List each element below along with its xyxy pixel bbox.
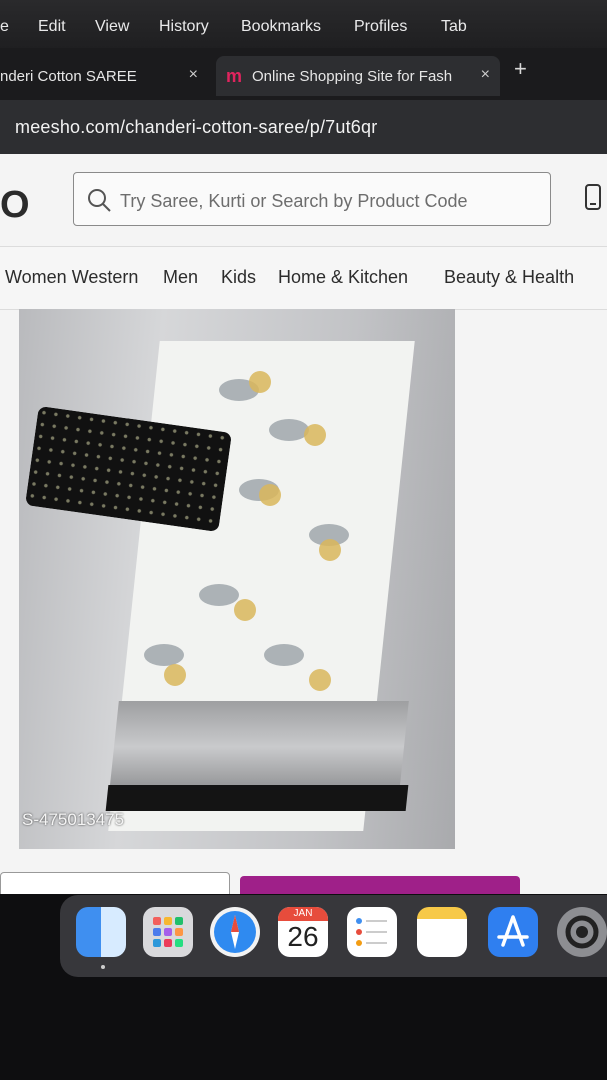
print-leaf [144, 644, 184, 666]
add-to-cart-button[interactable] [0, 872, 230, 894]
print-flower [319, 539, 341, 561]
category-nav: Women Western Men Kids Home & Kitchen Be… [0, 246, 607, 310]
menu-item-profiles[interactable]: Profiles [354, 18, 407, 36]
mobile-phone-icon[interactable] [585, 184, 601, 215]
tab-meesho[interactable]: m Online Shopping Site for Fash × [216, 56, 500, 96]
category-women-western[interactable]: Women Western [5, 267, 138, 288]
category-kids[interactable]: Kids [221, 267, 256, 288]
menu-item-view[interactable]: View [95, 18, 129, 36]
new-tab-button[interactable]: + [514, 56, 527, 82]
tab-label: Online Shopping Site for Fash [252, 67, 453, 85]
print-flower [259, 484, 281, 506]
web-page: O Try Saree, Kurti or Search by Product … [0, 154, 607, 894]
print-flower [234, 599, 256, 621]
calendar-icon[interactable]: JAN 26 [278, 907, 328, 957]
menu-item-file[interactable]: e [0, 18, 9, 36]
close-icon[interactable]: × [481, 66, 490, 84]
menu-bar: e Edit View History Bookmarks Profiles T… [0, 0, 607, 48]
menu-item-tab[interactable]: Tab [441, 18, 467, 36]
saree-border [109, 701, 409, 793]
print-flower [249, 371, 271, 393]
calendar-day: 26 [287, 921, 319, 952]
running-indicator [101, 965, 105, 969]
print-leaf [269, 419, 309, 441]
app-store-icon[interactable] [488, 907, 538, 957]
search-input[interactable]: Try Saree, Kurti or Search by Product Co… [73, 172, 551, 226]
launchpad-icon[interactable] [143, 907, 193, 957]
category-home-kitchen[interactable]: Home & Kitchen [278, 267, 408, 288]
calendar-month: JAN [278, 907, 328, 921]
print-flower [304, 424, 326, 446]
macos-dock: JAN 26 [60, 895, 607, 977]
close-icon[interactable]: × [189, 66, 198, 84]
search-icon [86, 187, 112, 218]
print-leaf [264, 644, 304, 666]
saree-edge [105, 785, 409, 811]
product-code-label: S-475013475 [22, 810, 125, 829]
menu-item-edit[interactable]: Edit [38, 18, 66, 36]
tab-label: nderi Cotton SAREE [0, 67, 137, 85]
site-logo[interactable]: O [0, 184, 30, 227]
buy-now-button[interactable] [240, 876, 520, 894]
menu-item-history[interactable]: History [159, 18, 209, 36]
search-placeholder: Try Saree, Kurti or Search by Product Co… [120, 191, 468, 211]
product-image[interactable] [19, 309, 455, 849]
finder-icon[interactable] [76, 907, 126, 957]
meesho-favicon-icon: m [226, 65, 243, 86]
print-flower [164, 664, 186, 686]
category-men[interactable]: Men [163, 267, 198, 288]
print-flower [309, 669, 331, 691]
reminders-icon[interactable] [347, 907, 397, 957]
menu-item-bookmarks[interactable]: Bookmarks [241, 18, 321, 36]
print-leaf [199, 584, 239, 606]
notes-icon[interactable] [417, 907, 467, 957]
tab-saree[interactable]: nderi Cotton SAREE × [0, 56, 208, 96]
safari-icon[interactable] [210, 907, 260, 957]
url-text[interactable]: meesho.com/chanderi-cotton-saree/p/7ut6q… [15, 117, 377, 138]
category-beauty-health[interactable]: Beauty & Health [444, 267, 574, 288]
address-bar[interactable]: meesho.com/chanderi-cotton-saree/p/7ut6q… [0, 100, 607, 154]
system-preferences-icon[interactable] [557, 907, 607, 957]
